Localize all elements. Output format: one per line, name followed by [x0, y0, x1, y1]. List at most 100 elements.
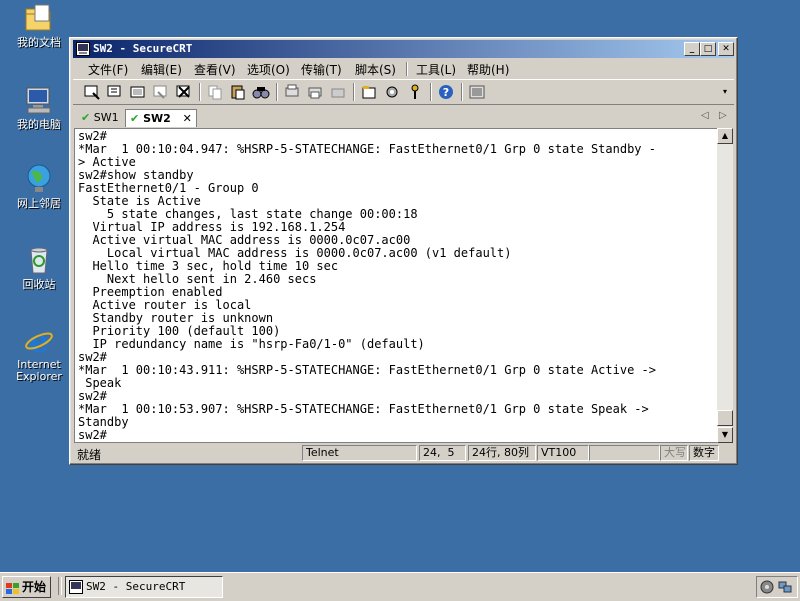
- keymap-icon[interactable]: [406, 83, 424, 101]
- terminal-line: Priority 100 (default 100): [78, 324, 281, 338]
- terminal-line: sw2#show standby: [78, 168, 194, 182]
- terminal-line: *Mar 1 00:10:04.947: %HSRP-5-STATECHANGE…: [78, 142, 656, 156]
- quick-launch-separator: [58, 577, 62, 595]
- menu-separator: [406, 62, 408, 76]
- toolbar-separator: [353, 83, 355, 101]
- menu-options[interactable]: 选项(O): [247, 61, 290, 78]
- tab-sw1[interactable]: ✔ SW1: [77, 109, 123, 126]
- toolbar-overflow-icon[interactable]: ▾: [723, 83, 731, 101]
- title-bar[interactable]: SW2 - SecureCRT _ □ ✕: [73, 40, 734, 58]
- tab-label: SW2: [143, 112, 171, 125]
- menu-script[interactable]: 脚本(S): [355, 61, 396, 78]
- toolbar-separator: [430, 83, 432, 101]
- minimize-button[interactable]: _: [684, 42, 700, 56]
- connect-icon[interactable]: [83, 83, 101, 101]
- svg-text:?: ?: [443, 86, 449, 99]
- status-cursor-position: 24, 5: [419, 445, 466, 461]
- system-tray: [756, 576, 798, 598]
- tab-label: SW1: [93, 111, 119, 124]
- toolbar-separator: [461, 83, 463, 101]
- scroll-down-icon[interactable]: ▼: [717, 427, 733, 443]
- reconnect-icon[interactable]: [152, 83, 170, 101]
- status-bar: 就绪 Telnet 24, 5 24行, 80列 VT100 大写 数字: [73, 444, 734, 462]
- tab-scroll-left-icon[interactable]: ◁: [701, 110, 709, 121]
- scroll-thumb[interactable]: [717, 410, 733, 426]
- toolbar-separator: [276, 83, 278, 101]
- terminal-line: Standby router is unknown: [78, 311, 274, 325]
- securecrt-app-icon: [69, 580, 83, 594]
- menu-view[interactable]: 查看(V): [194, 61, 236, 78]
- session-options-icon[interactable]: [360, 83, 378, 101]
- maximize-button[interactable]: □: [700, 42, 716, 56]
- scroll-up-icon[interactable]: ▲: [717, 128, 733, 144]
- close-button[interactable]: ✕: [718, 42, 734, 56]
- menu-file[interactable]: 文件(F): [88, 61, 128, 78]
- menu-help[interactable]: 帮助(H): [467, 61, 509, 78]
- terminal-line: *Mar 1 00:10:53.907: %HSRP-5-STATECHANGE…: [78, 402, 649, 416]
- desktop-icon-network[interactable]: 网上邻居: [6, 163, 72, 210]
- volume-icon[interactable]: [760, 580, 774, 597]
- connected-check-icon: ✔: [130, 112, 140, 125]
- terminal-line: Next hello sent in 2.460 secs: [78, 272, 317, 286]
- taskbar: 开始 SW2 - SecureCRT: [0, 572, 800, 601]
- tab-sw2[interactable]: ✔ SW2 ✕: [125, 109, 197, 127]
- about-icon[interactable]: [468, 83, 486, 101]
- copy-icon[interactable]: [206, 83, 224, 101]
- desktop-icon-label: 回收站: [22, 278, 56, 291]
- folder-documents-icon: [23, 2, 55, 34]
- computer-icon: [23, 84, 55, 116]
- paste-icon[interactable]: [229, 83, 247, 101]
- terminal-line: > Active: [78, 155, 136, 169]
- terminal-line: sw2#: [78, 129, 107, 143]
- terminal-line: *Mar 1 00:10:43.911: %HSRP-5-STATECHANGE…: [78, 363, 656, 377]
- find-icon[interactable]: [252, 83, 270, 101]
- print-icon[interactable]: [283, 83, 301, 101]
- window-title: SW2 - SecureCRT: [93, 42, 193, 55]
- taskbar-securecrt-button[interactable]: SW2 - SecureCRT: [65, 576, 223, 598]
- menu-bar: 文件(F) 编辑(E) 查看(V) 选项(O) 传输(T) 脚本(S) 工具(L…: [73, 59, 734, 77]
- toolbar-separator: [199, 83, 201, 101]
- securecrt-app-icon: [76, 42, 90, 56]
- terminal-scrollbar[interactable]: ▲ ▼: [717, 128, 733, 443]
- menu-edit[interactable]: 编辑(E): [141, 61, 182, 78]
- terminal-line: FastEthernet0/1 - Group 0: [78, 181, 259, 195]
- desktop-icon-my-documents[interactable]: 我的文档: [6, 2, 72, 49]
- menu-transfer[interactable]: 传输(T): [301, 61, 342, 78]
- start-button[interactable]: 开始: [2, 576, 51, 598]
- terminal-line: Speak: [78, 376, 122, 390]
- quick-connect-icon[interactable]: [106, 83, 124, 101]
- status-emulation: VT100: [537, 445, 589, 461]
- status-blank: [589, 445, 660, 461]
- start-label: 开始: [22, 580, 47, 594]
- desktop-icon-label: Internet Explorer: [16, 358, 62, 383]
- desktop-icon-recycle-bin[interactable]: 回收站: [6, 244, 72, 291]
- terminal-output[interactable]: sw2# *Mar 1 00:10:04.947: %HSRP-5-STATEC…: [74, 128, 719, 443]
- securecrt-window: SW2 - SecureCRT _ □ ✕ 文件(F) 编辑(E) 查看(V) …: [69, 37, 738, 465]
- session-tab-bar: ✔ SW1 ✔ SW2 ✕ ◁ ▷: [73, 107, 734, 127]
- print-setup-icon[interactable]: [329, 83, 347, 101]
- internet-explorer-icon: e: [23, 322, 55, 360]
- terminal-line: sw2#: [78, 428, 107, 442]
- terminal-line: Active router is local: [78, 298, 252, 312]
- terminal-line: sw2#: [78, 389, 107, 403]
- terminal-line: State is Active: [78, 194, 201, 208]
- disconnect-icon[interactable]: [175, 83, 193, 101]
- desktop-icon-label: 我的电脑: [17, 118, 61, 131]
- windows-logo-icon: [6, 581, 20, 594]
- desktop-icon-my-computer[interactable]: 我的电脑: [6, 84, 72, 131]
- global-options-icon[interactable]: [383, 83, 401, 101]
- help-icon[interactable]: ?: [437, 83, 455, 101]
- menu-tools[interactable]: 工具(L): [416, 61, 456, 78]
- print-selection-icon[interactable]: [306, 83, 324, 101]
- network-globe-icon: [23, 163, 55, 195]
- terminal-line: 5 state changes, last state change 00:00…: [78, 207, 418, 221]
- terminal-line: Virtual IP address is 192.168.1.254: [78, 220, 346, 234]
- tab-close-icon[interactable]: ✕: [183, 112, 192, 125]
- status-ready: 就绪: [77, 448, 102, 462]
- terminal-line: Preemption enabled: [78, 285, 223, 299]
- network-status-icon[interactable]: [778, 580, 792, 597]
- terminal-line: sw2#: [78, 350, 107, 364]
- desktop-icon-internet-explorer[interactable]: e Internet Explorer: [6, 322, 72, 383]
- connect-tab-icon[interactable]: [129, 83, 147, 101]
- tab-scroll-right-icon[interactable]: ▷: [719, 110, 727, 121]
